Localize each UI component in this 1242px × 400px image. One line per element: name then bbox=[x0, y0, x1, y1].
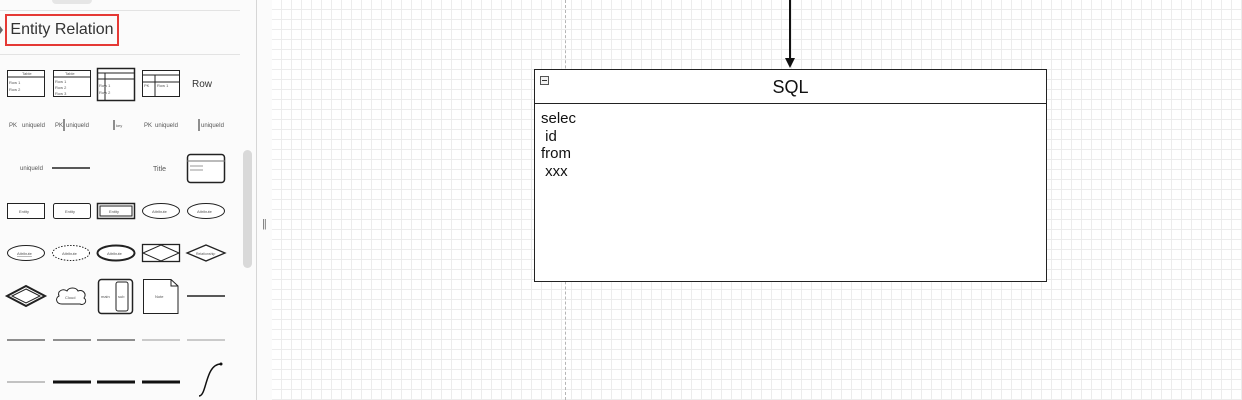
shape-pk-uniqueid-plain[interactable]: PK uniqueId bbox=[142, 118, 182, 132]
sql-table-shape[interactable]: SQL selec id from xxx bbox=[534, 69, 1047, 282]
shape-relationship[interactable]: Relationship bbox=[185, 244, 227, 263]
svg-text:key: key bbox=[116, 123, 122, 128]
shape-caption: Attribute bbox=[107, 251, 123, 256]
shape-caption: Row 2 bbox=[9, 87, 21, 92]
shape-caption: Row 1 bbox=[157, 83, 169, 88]
diagram-canvas[interactable]: SQL selec id from xxx bbox=[272, 0, 1242, 400]
shape-cloud[interactable]: Cloud bbox=[54, 286, 88, 308]
shape-caption: Attribute bbox=[17, 251, 33, 256]
shape-caption: Row 1 bbox=[9, 80, 21, 85]
shape-caption: Row 1 bbox=[55, 79, 67, 84]
shape-edge-bold-1[interactable] bbox=[53, 379, 91, 385]
shape-associative-entity[interactable] bbox=[141, 243, 182, 263]
shape-table-3[interactable]: Row 1 Row 2 bbox=[96, 67, 136, 102]
shape-edge-6[interactable] bbox=[7, 379, 45, 385]
shape-edge-2[interactable] bbox=[53, 337, 91, 343]
shape-caption: uniqueId bbox=[201, 123, 224, 129]
shape-edge-4[interactable] bbox=[142, 337, 180, 343]
shape-pk-uniqueid[interactable]: PK uniqueId bbox=[7, 118, 45, 132]
shape-table-4[interactable]: PK Row 1 bbox=[142, 70, 180, 98]
shape-edge-plain[interactable] bbox=[187, 293, 225, 299]
shape-caption: Title bbox=[153, 166, 166, 173]
shape-table-1[interactable]: Table Row 1 Row 2 bbox=[7, 70, 45, 98]
shape-caption: PK bbox=[144, 83, 150, 88]
shape-attribute-multivalued[interactable]: Attribute bbox=[96, 244, 137, 262]
shape-caption: Row bbox=[192, 79, 213, 90]
sql-table-header[interactable]: SQL bbox=[535, 70, 1046, 104]
shape-uniqueid-divider[interactable]: uniqueId bbox=[196, 118, 230, 132]
shape-note[interactable]: Note bbox=[143, 279, 179, 315]
section-title-entity-relation[interactable]: Entity Relation bbox=[5, 14, 119, 46]
shape-edge-bold-2[interactable] bbox=[97, 379, 135, 385]
shape-caption: uniqueId bbox=[20, 166, 43, 172]
shape-caption: uniqueId bbox=[66, 123, 89, 129]
shape-caption: PK bbox=[55, 123, 63, 129]
shape-attribute-double[interactable]: Attribute bbox=[142, 203, 182, 220]
section-title-label: Entity Relation bbox=[10, 21, 114, 38]
sql-table-title[interactable]: SQL bbox=[535, 77, 1046, 98]
shape-caption: Table bbox=[65, 71, 75, 76]
shape-title[interactable]: Title bbox=[152, 162, 176, 174]
sidebar-divider bbox=[0, 10, 240, 11]
shape-entity-rounded[interactable]: Entity bbox=[53, 203, 91, 220]
shape-edge-bold-3[interactable] bbox=[142, 379, 180, 385]
arrowhead-icon bbox=[785, 58, 795, 68]
shape-edge-5[interactable] bbox=[187, 337, 225, 343]
sidebar-top-tab[interactable] bbox=[52, 0, 92, 4]
shape-caption: Attribute bbox=[152, 209, 168, 214]
shape-identifying-relationship[interactable] bbox=[4, 284, 48, 308]
shape-pk-uniqueid-divider[interactable]: PK uniqueId bbox=[53, 118, 91, 132]
shape-list[interactable] bbox=[186, 153, 226, 184]
shape-caption: PK bbox=[144, 123, 152, 129]
shape-weak-entity[interactable]: Entity bbox=[96, 202, 136, 220]
shape-caption: Cloud bbox=[65, 295, 75, 300]
shape-table-2[interactable]: Table Row 1 Row 2 Row 3 bbox=[53, 70, 91, 98]
sql-table-body-text[interactable]: selec id from xxx bbox=[541, 110, 576, 180]
shape-caption: Entity bbox=[65, 209, 75, 214]
shape-caption: uniqueId bbox=[22, 123, 45, 129]
sidebar-scrollbar[interactable] bbox=[243, 150, 252, 268]
shape-caption: PK bbox=[9, 123, 17, 129]
shape-main-sub[interactable]: main sub bbox=[97, 278, 134, 315]
shape-row[interactable]: Row bbox=[190, 76, 220, 90]
shape-line[interactable] bbox=[52, 165, 90, 171]
shape-caption: Row 3 bbox=[55, 91, 67, 96]
shape-key-marker[interactable]: key bbox=[108, 118, 128, 132]
sidebar-divider bbox=[0, 54, 240, 55]
shape-caption: Table bbox=[22, 71, 32, 76]
shape-caption: Relationship bbox=[196, 252, 215, 256]
shape-caption: main bbox=[101, 294, 110, 299]
shape-caption: Note bbox=[155, 294, 164, 299]
shape-caption: Entity bbox=[19, 209, 29, 214]
section-collapse-icon[interactable] bbox=[0, 26, 3, 34]
shape-caption: Attribute bbox=[197, 209, 213, 214]
sidebar-resize-handle[interactable]: || bbox=[262, 218, 267, 230]
connector-edge[interactable] bbox=[789, 0, 791, 60]
shape-entity[interactable]: Entity bbox=[7, 203, 45, 220]
shape-curved-edge[interactable] bbox=[197, 362, 225, 398]
shape-uniqueid-text[interactable]: uniqueId bbox=[18, 162, 52, 174]
shape-edge-1[interactable] bbox=[7, 337, 45, 343]
shape-caption: sub bbox=[118, 294, 125, 299]
shape-attribute[interactable]: Attribute bbox=[187, 203, 227, 220]
shape-attribute-derived[interactable]: Attribute bbox=[52, 245, 92, 262]
shape-caption: Attribute bbox=[62, 251, 78, 256]
shape-edge-3[interactable] bbox=[97, 337, 135, 343]
shapes-sidebar: Entity Relation Table Row 1 Row 2 Table Row… bbox=[0, 0, 257, 400]
shape-caption: Row 2 bbox=[55, 85, 67, 90]
shape-caption: Row 2 bbox=[99, 90, 111, 95]
shape-caption: Row 1 bbox=[99, 83, 111, 88]
shape-caption: uniqueId bbox=[155, 123, 178, 129]
shape-attribute-key[interactable]: Attribute bbox=[7, 245, 47, 262]
shape-caption: Entity bbox=[109, 209, 119, 214]
